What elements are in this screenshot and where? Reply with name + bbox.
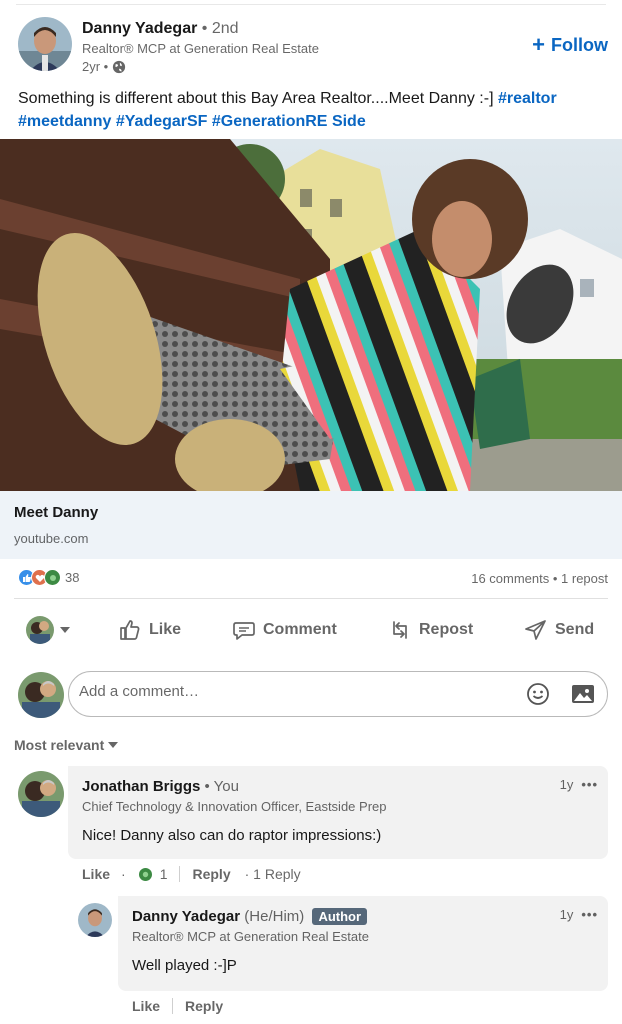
post-time-text: 2yr • [82,59,109,74]
reply-author-pronouns: (He/Him) [244,908,305,925]
comment-button[interactable]: Comment [232,618,337,642]
globe-icon [113,60,126,73]
post-time: 2yr • [82,59,126,74]
comment-icon [233,622,255,640]
comment-author-headline: Chief Technology & Innovation Officer, E… [82,799,387,814]
reply-name-row: Danny Yadegar (He/Him) Author [132,908,368,925]
post-body: Something is different about this Bay Ar… [18,90,498,107]
comment-box[interactable] [68,671,608,717]
comment-author-avatar[interactable] [18,771,64,817]
repost-button[interactable]: Repost [388,618,473,642]
send-icon [525,620,546,640]
reactions-summary[interactable]: 38 [18,569,79,586]
reply-author-avatar[interactable] [78,903,112,937]
follow-label: Follow [551,34,608,55]
author-badge: Author [312,908,368,925]
comment-actions: Like · 1 Reply · 1 Reply [82,866,301,882]
connection-degree: • 2nd [201,20,239,37]
comment-reaction-count: 1 [159,866,168,882]
comment-like-button[interactable]: Like [82,866,110,882]
link-domain: youtube.com [14,531,89,546]
emoji-button[interactable] [526,682,550,711]
comment-time: 1y [559,777,574,792]
reply-like-button[interactable]: Like [132,998,160,1014]
actor-switcher[interactable] [26,616,70,644]
send-label: Send [555,621,595,638]
follow-button[interactable]: + Follow [532,34,608,56]
like-button[interactable]: Like [118,618,181,642]
dot-separator: · [121,866,126,882]
comments-reposts-count[interactable]: 16 comments • 1 repost [471,571,608,586]
top-divider [16,4,606,5]
reply-bubble: Danny Yadegar (He/Him) Author Realtor® M… [118,896,608,991]
repost-label: Repost [419,621,474,638]
reaction-count: 38 [65,570,80,585]
separator [172,998,174,1014]
author-avatar[interactable] [18,17,72,71]
support-icon [44,569,61,586]
caret-down-icon [108,742,119,748]
post-text: Something is different about this Bay Ar… [18,87,608,133]
caret-down-icon [60,627,70,633]
separator [179,866,181,882]
image-icon [572,685,594,703]
send-button[interactable]: Send [524,618,594,642]
more-options-icon[interactable]: ••• [581,777,598,792]
comment-reply-button[interactable]: Reply [192,866,230,882]
action-bar: Like Comment Repost Send [0,608,622,654]
reply-actions: Like Reply [132,998,223,1014]
post-video-thumbnail[interactable] [0,139,622,491]
author-name[interactable]: Danny Yadegar [82,20,197,37]
add-photo-button[interactable] [571,683,595,710]
hashtag-side[interactable]: Side [332,113,366,130]
comment-sort-dropdown[interactable]: Most relevant [14,737,119,753]
reply-time: 1y [559,907,574,922]
thumbs-up-icon [120,620,140,640]
author-name-row: Danny Yadegar • 2nd [82,20,239,38]
comment-author-name[interactable]: Jonathan Briggs [82,778,200,795]
repost-icon [393,621,407,639]
comment-text: Nice! Danny also can do raptor impressio… [82,827,382,844]
hashtag-realtor[interactable]: #realtor [498,90,557,107]
comment-time-row: 1y ••• [560,777,598,792]
social-divider [14,598,608,599]
comment-bubble: Jonathan Briggs • You Chief Technology &… [68,766,608,859]
hashtag-meetdanny[interactable]: #meetdanny [18,113,111,130]
author-headline: Realtor® MCP at Generation Real Estate [82,41,319,56]
sort-label: Most relevant [14,737,105,753]
link-preview-card[interactable]: Meet Danny youtube.com [0,491,622,559]
plus-icon: + [532,32,545,57]
link-title[interactable]: Meet Danny [14,504,98,521]
commenter-avatar [18,672,64,718]
current-user-avatar [26,616,54,644]
hashtag-generationre[interactable]: #GenerationRE [212,113,328,130]
comment-name-row: Jonathan Briggs • You [82,778,239,795]
comment-reply-count[interactable]: · 1 Reply [245,866,301,882]
reply-author-headline: Realtor® MCP at Generation Real Estate [132,929,369,944]
reply-author-name[interactable]: Danny Yadegar [132,908,240,925]
emoji-icon [527,683,549,705]
comment-author-meta: • You [204,778,239,795]
comment-label: Comment [263,621,337,638]
comment-reaction[interactable]: · 1 [121,866,167,882]
reply-text: Well played :-]P [132,957,237,974]
support-icon [137,866,153,882]
reply-reply-button[interactable]: Reply [185,998,223,1014]
like-label: Like [149,621,182,638]
reply-time-row: 1y ••• [560,907,598,922]
more-options-icon[interactable]: ••• [581,907,598,922]
hashtag-yadegarsf[interactable]: #YadegarSF [116,113,208,130]
comment-input[interactable] [79,683,499,700]
